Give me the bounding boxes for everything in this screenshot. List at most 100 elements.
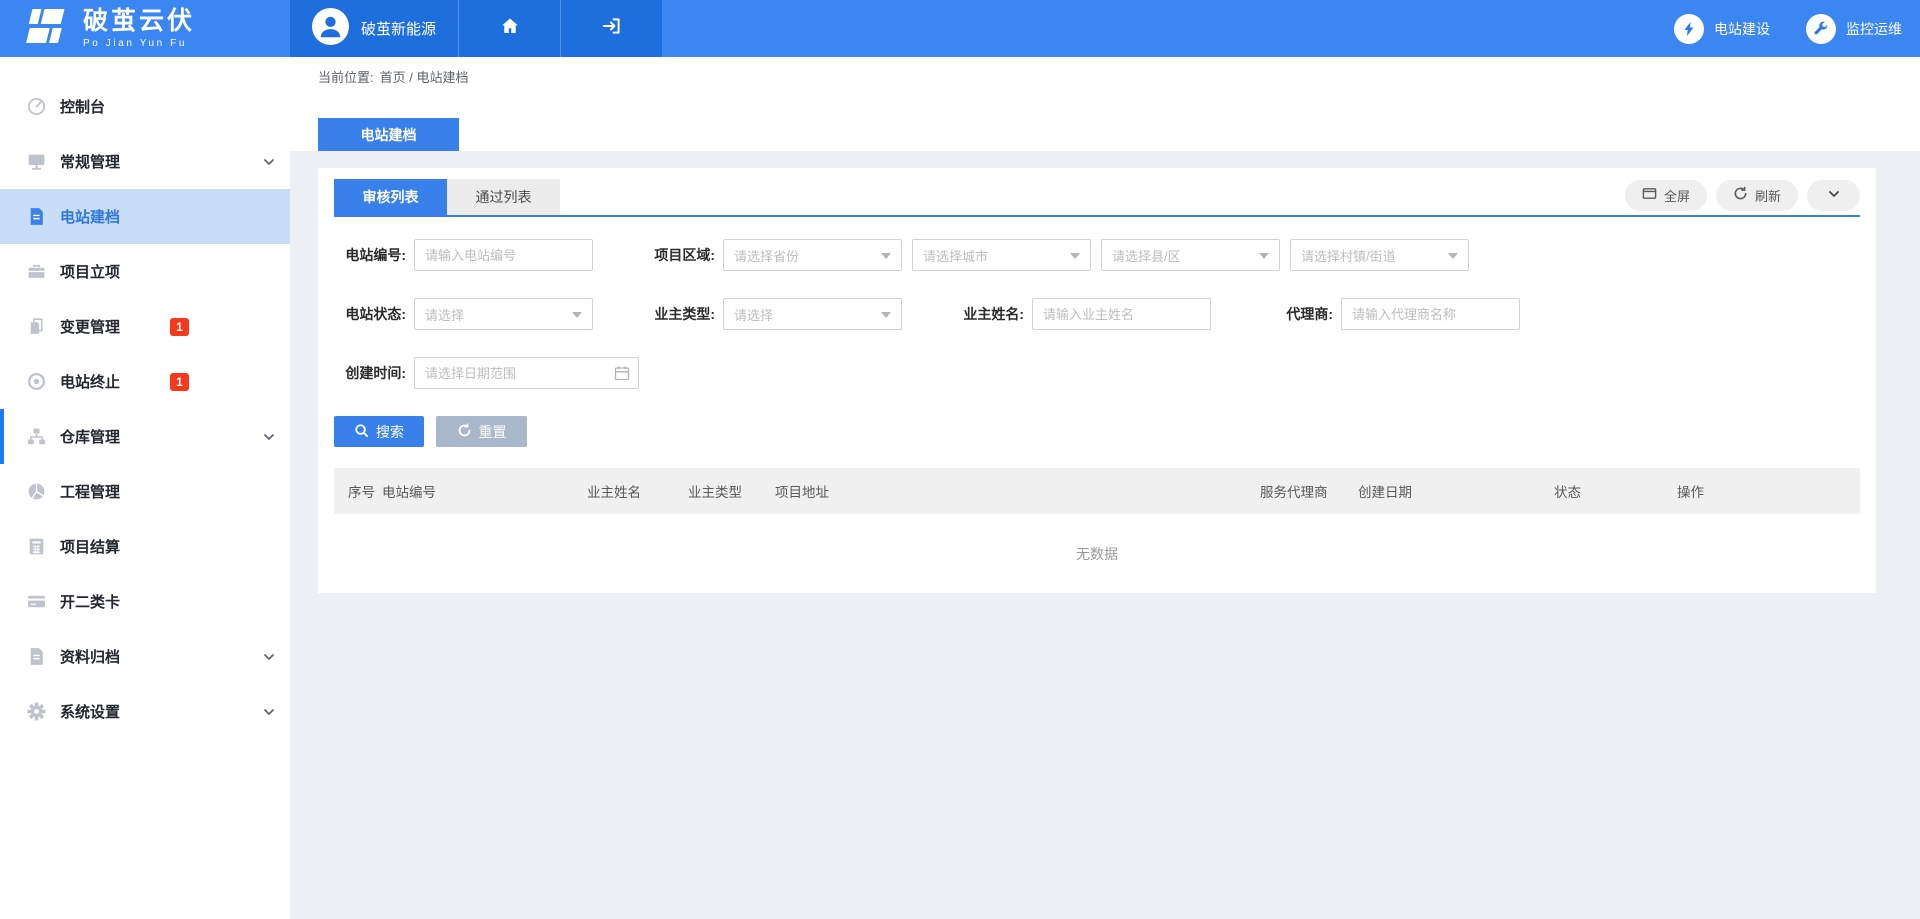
sidebar-item-console[interactable]: 控制台 <box>0 79 290 134</box>
chevron-down-icon <box>1827 187 1841 204</box>
header-spacer <box>662 0 1674 57</box>
sidebar: 控制台常规管理电站建档项目立项变更管理1电站终止1仓库管理工程管理项目结算开二类… <box>0 57 290 919</box>
card-icon <box>25 591 47 613</box>
sidebar-item-label: 变更管理 <box>60 316 120 337</box>
sidebar-item-project-settlement[interactable]: 项目结算 <box>0 519 290 574</box>
header-item-station-construction[interactable]: 电站建设 <box>1674 14 1770 44</box>
breadcrumb: 当前位置: 首页 / 电站建档 <box>290 57 1920 95</box>
column-header: 业主姓名 <box>587 481 688 501</box>
town-select[interactable]: 请选择村镇/街道 <box>1290 239 1469 271</box>
panel-actions: 全屏 刷新 <box>1625 180 1860 215</box>
notification-badge: 1 <box>170 318 189 336</box>
caret-down-icon <box>1448 253 1458 259</box>
chevron-down-icon <box>262 155 276 169</box>
select-placeholder: 请选择 <box>425 305 464 324</box>
filter-label: 项目区域: <box>643 245 715 265</box>
logout-button[interactable] <box>560 0 662 57</box>
filter-group: 业主姓名: <box>952 298 1211 330</box>
filter-label: 创建时间: <box>334 363 406 383</box>
select-placeholder: 请选择城市 <box>923 246 988 265</box>
tab-passed-list[interactable]: 通过列表 <box>447 179 560 215</box>
filter-label: 电站状态: <box>334 304 406 324</box>
calculator-icon <box>25 536 47 558</box>
fullscreen-icon <box>1642 186 1657 204</box>
reset-button[interactable]: 重置 <box>436 416 527 447</box>
sidebar-item-label: 项目立项 <box>60 261 120 282</box>
tab-review-list[interactable]: 审核列表 <box>334 179 447 215</box>
sidebar-item-warehouse-management[interactable]: 仓库管理 <box>0 409 290 464</box>
caret-down-icon <box>881 253 891 259</box>
city-select[interactable]: 请选择城市 <box>912 239 1091 271</box>
column-header: 项目地址 <box>775 481 1260 501</box>
search-button[interactable]: 搜索 <box>334 416 424 447</box>
select-placeholder: 请选择县/区 <box>1112 246 1181 265</box>
filter-buttons: 搜索 重置 <box>334 416 1860 447</box>
column-header: 创建日期 <box>1358 481 1554 501</box>
table-header-row: 序号电站编号业主姓名业主类型项目地址服务代理商创建日期状态操作 <box>334 468 1860 514</box>
breadcrumb-path[interactable]: 首页 / 电站建档 <box>380 67 469 86</box>
sidebar-item-label: 控制台 <box>60 96 105 117</box>
station-status-select[interactable]: 请选择 <box>414 298 593 330</box>
refresh-button[interactable]: 刷新 <box>1716 180 1798 211</box>
owner-name-input[interactable] <box>1032 298 1211 330</box>
gear-icon <box>25 701 47 723</box>
content-area: 审核列表通过列表 全屏 刷新 <box>290 151 1920 593</box>
filter-label: 业主姓名: <box>952 304 1024 324</box>
sidebar-item-change-management[interactable]: 变更管理 1 <box>0 299 290 354</box>
filter-group: 电站编号: <box>334 239 593 271</box>
wrench-icon <box>1806 14 1836 44</box>
sidebar-item-type2-card[interactable]: 开二类卡 <box>0 574 290 629</box>
document-icon <box>25 206 47 228</box>
sidebar-item-station-filing[interactable]: 电站建档 <box>0 189 290 244</box>
sidebar-item-data-archive[interactable]: 资料归档 <box>0 629 290 684</box>
page-tab-station-filing[interactable]: 电站建档 <box>318 118 459 151</box>
home-icon <box>499 15 521 42</box>
notification-badge: 1 <box>170 373 189 391</box>
filter-row: 电站编号: 项目区域: 请选择省份 请选择城市 请选择县/区 请选择村镇/街道 <box>334 239 1860 271</box>
station-code-input[interactable] <box>414 239 593 271</box>
county-select[interactable]: 请选择县/区 <box>1101 239 1280 271</box>
fullscreen-button[interactable]: 全屏 <box>1625 180 1707 211</box>
owner-type-select[interactable]: 请选择 <box>723 298 902 330</box>
search-icon <box>354 423 369 441</box>
user-menu[interactable]: 破茧新能源 <box>290 0 458 57</box>
search-label: 搜索 <box>376 422 404 442</box>
column-header: 操作 <box>1677 481 1860 501</box>
calendar-icon <box>614 365 630 386</box>
panel-tabs: 审核列表通过列表 <box>334 179 560 215</box>
chevron-down-icon <box>262 430 276 444</box>
collapse-button[interactable] <box>1807 180 1860 211</box>
caret-down-icon <box>1259 253 1269 259</box>
column-header: 状态 <box>1554 481 1677 501</box>
panel-card: 审核列表通过列表 全屏 刷新 <box>318 168 1876 593</box>
app-title: 破茧云伏 <box>83 9 195 34</box>
sidebar-item-system-settings[interactable]: 系统设置 <box>0 684 290 739</box>
pages-icon <box>25 316 47 338</box>
select-placeholder: 请选择省份 <box>734 246 799 265</box>
sidebar-item-label: 资料归档 <box>60 646 120 667</box>
gauge-icon <box>25 96 47 118</box>
sidebar-item-general-management[interactable]: 常规管理 <box>0 134 290 189</box>
created-time-picker[interactable] <box>414 357 639 389</box>
filter-row: 电站状态:请选择业主类型:请选择业主姓名:代理商: <box>334 298 1860 330</box>
empty-state-text: 无数据 <box>334 514 1860 593</box>
sidebar-item-station-termination[interactable]: 电站终止1 <box>0 354 290 409</box>
province-select[interactable]: 请选择省份 <box>723 239 902 271</box>
sitemap-icon <box>25 426 47 448</box>
home-button[interactable] <box>458 0 560 57</box>
target-icon <box>25 371 47 393</box>
sidebar-item-label: 系统设置 <box>60 701 120 722</box>
created-time-input[interactable] <box>414 357 639 389</box>
header-right-nav: 电站建设 监控运维 <box>1674 0 1920 57</box>
sidebar-item-label: 工程管理 <box>60 481 120 502</box>
column-header: 服务代理商 <box>1260 481 1358 501</box>
sidebar-item-project-initiation[interactable]: 项目立项 <box>0 244 290 299</box>
filter-label: 电站编号: <box>334 245 406 265</box>
briefcase-icon <box>25 261 47 283</box>
avatar <box>312 8 349 50</box>
header-item-monitoring-ops[interactable]: 监控运维 <box>1806 14 1902 44</box>
logo-mark-icon <box>20 7 70 50</box>
header-item-label: 电站建设 <box>1714 19 1770 39</box>
sidebar-item-engineering-management[interactable]: 工程管理 <box>0 464 290 519</box>
agent-input[interactable] <box>1341 298 1520 330</box>
